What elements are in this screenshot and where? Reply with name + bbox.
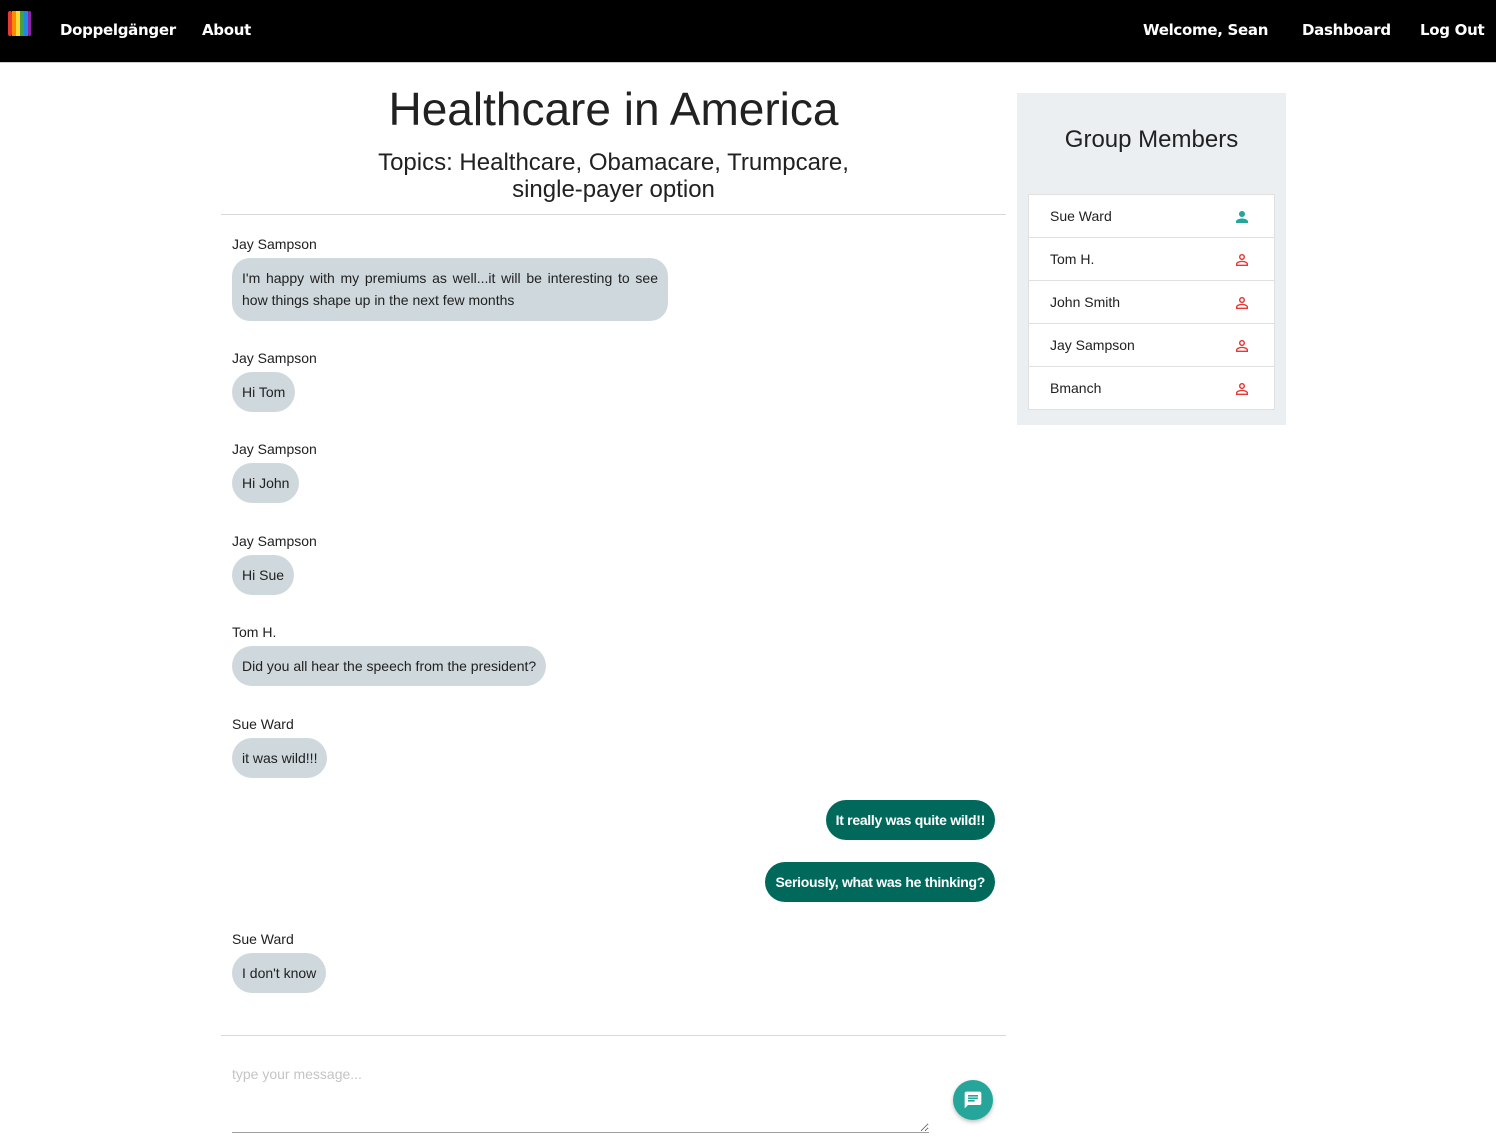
rainbow-logo-icon[interactable] [6,10,33,37]
message-author: Sue Ward [232,931,294,947]
member-name: John Smith [1050,294,1121,310]
message-bubble: Hi Tom [232,372,296,412]
welcome-link[interactable]: Welcome, Sean [1143,21,1268,39]
member-list: Sue Ward Tom H. John Smith Jay Sampson B… [1028,194,1275,410]
message-input[interactable] [232,1058,929,1133]
member-item[interactable]: Jay Sampson [1029,324,1274,367]
message-author: Jay Sampson [232,350,317,366]
member-name: Jay Sampson [1050,337,1135,353]
message-bubble: I don't know [232,953,327,993]
about-link[interactable]: About [202,21,251,39]
member-name: Sue Ward [1050,208,1112,224]
message-author: Sue Ward [232,716,294,732]
message-author: Tom H. [232,624,277,640]
member-name: Tom H. [1050,251,1095,267]
message-author: Jay Sampson [232,236,317,252]
page-title: Healthcare in America [388,83,839,135]
member-item[interactable]: Bmanch [1029,367,1274,409]
topics-heading: Topics: Healthcare, Obamacare, Trumpcare… [221,149,1006,203]
dashboard-link[interactable]: Dashboard [1302,21,1391,39]
navbar: Doppelgänger About Welcome, Sean Dashboa… [0,0,1496,63]
member-item[interactable]: Tom H. [1029,238,1274,281]
chat-bubble-icon [964,1091,982,1109]
person-offline-icon [1236,383,1248,395]
person-online-icon [1236,211,1248,223]
member-item[interactable]: John Smith [1029,281,1274,324]
message-author: Jay Sampson [232,441,317,457]
panel-title: Group Members [1064,126,1239,153]
person-offline-icon [1236,340,1248,352]
brand-link[interactable]: Doppelgänger [60,21,176,39]
my-message-bubble: It really was quite wild!! [825,800,995,840]
topics-text: Topics: Healthcare, Obamacare, Trumpcare… [378,149,849,203]
divider [221,1035,1006,1036]
message-bubble: Hi John [232,463,300,503]
member-name: Bmanch [1050,380,1102,396]
person-offline-icon [1236,254,1248,266]
member-item[interactable]: Sue Ward [1029,195,1274,238]
send-button[interactable] [953,1080,993,1120]
message-author: Jay Sampson [232,533,317,549]
group-members-panel: Group Members Sue Ward Tom H. John Smith… [1017,93,1286,425]
person-offline-icon [1236,297,1248,309]
divider [221,214,1006,215]
message-bubble: I'm happy with my premiums as well...it … [232,258,668,321]
my-message-bubble: Seriously, what was he thinking? [765,862,995,902]
message-bubble: it was wild!!! [232,738,328,778]
logout-link[interactable]: Log Out [1420,21,1485,39]
message-bubble: Hi Sue [232,555,295,595]
message-bubble: Did you all hear the speech from the pre… [232,646,547,686]
